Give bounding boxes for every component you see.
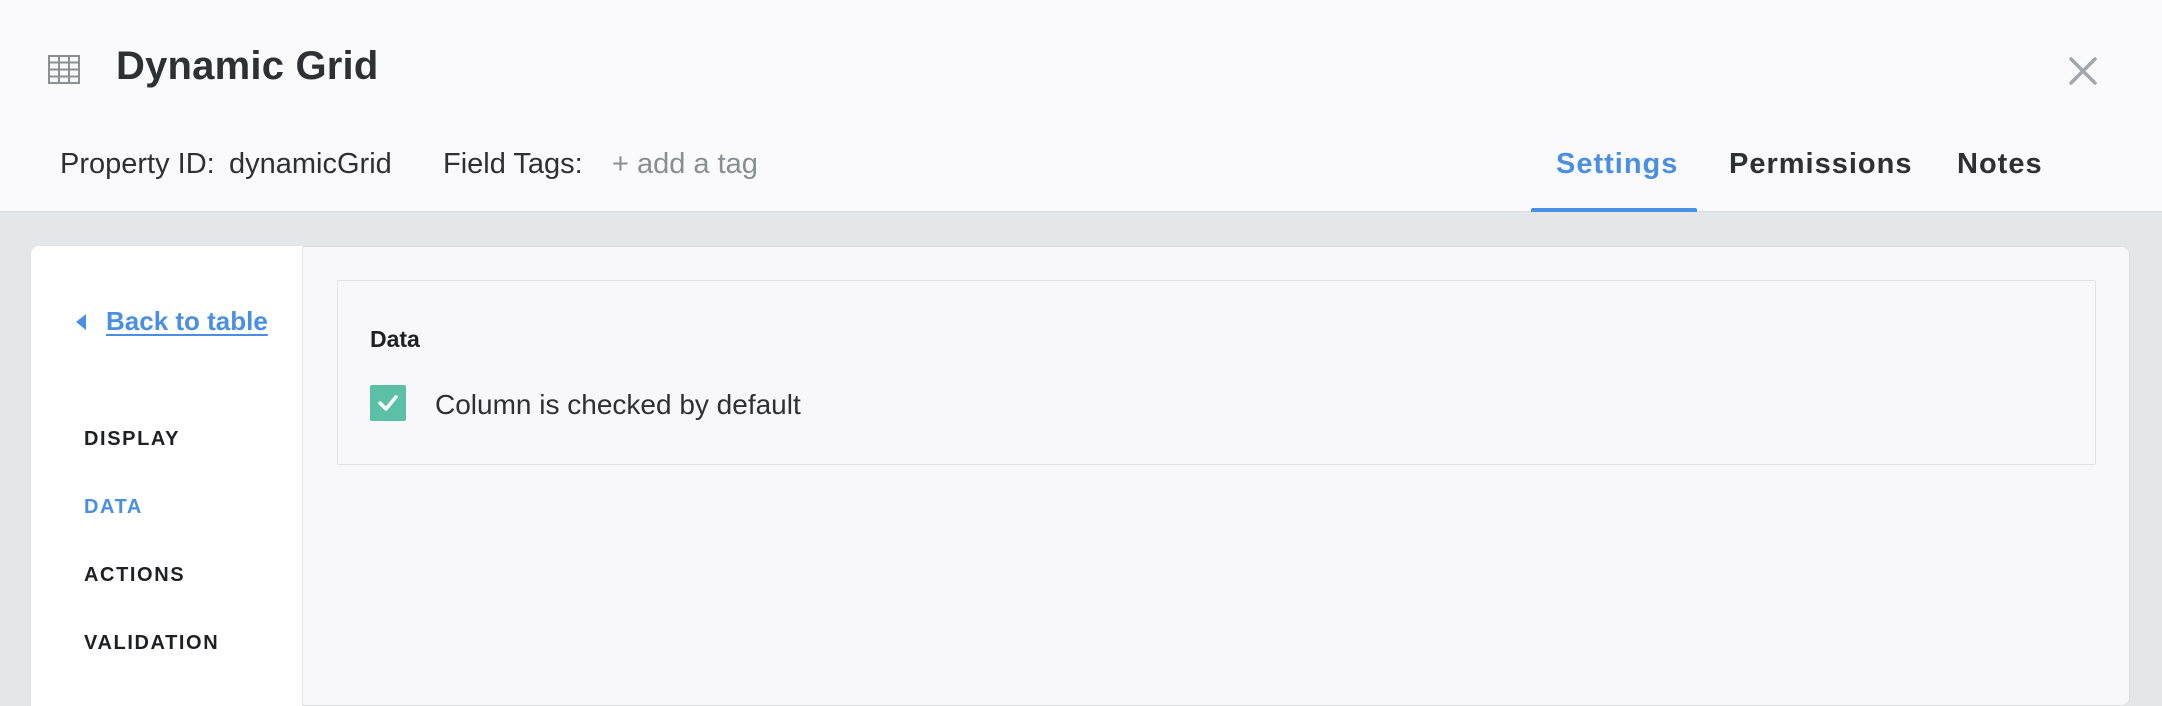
checkbox-label: Column is checked by default xyxy=(435,389,801,420)
grid-icon xyxy=(48,55,80,84)
sidebar-item-validation[interactable]: VALIDATION xyxy=(84,632,219,655)
add-tag-button[interactable]: + add a tag xyxy=(612,148,758,181)
property-id-label: Property ID: xyxy=(60,148,215,180)
default-checked-checkbox[interactable] xyxy=(370,385,406,421)
data-section xyxy=(337,280,2096,465)
tab-notes[interactable]: Notes xyxy=(1957,148,2043,181)
tab-permissions[interactable]: Permissions xyxy=(1729,148,1912,181)
sidebar-item-data[interactable]: DATA xyxy=(84,496,143,519)
page-title: Dynamic Grid xyxy=(116,44,379,88)
active-tab-indicator xyxy=(1531,208,1697,212)
sidebar-item-actions[interactable]: ACTIONS xyxy=(84,564,185,587)
field-tags-label: Field Tags: xyxy=(443,148,583,180)
back-to-table-label: Back to table xyxy=(106,306,268,336)
sidebar-item-display[interactable]: DISPLAY xyxy=(84,428,180,451)
dialog-header: Dynamic Grid Property ID: dynamicGrid Fi… xyxy=(0,0,2162,212)
property-id-value: dynamicGrid xyxy=(229,148,392,180)
section-title: Data xyxy=(370,326,420,352)
close-icon[interactable] xyxy=(2066,54,2100,88)
check-icon xyxy=(378,395,398,411)
caret-left-icon xyxy=(76,313,86,330)
back-to-table-link[interactable]: Back to table xyxy=(76,306,268,337)
tab-settings[interactable]: Settings xyxy=(1556,148,1678,181)
